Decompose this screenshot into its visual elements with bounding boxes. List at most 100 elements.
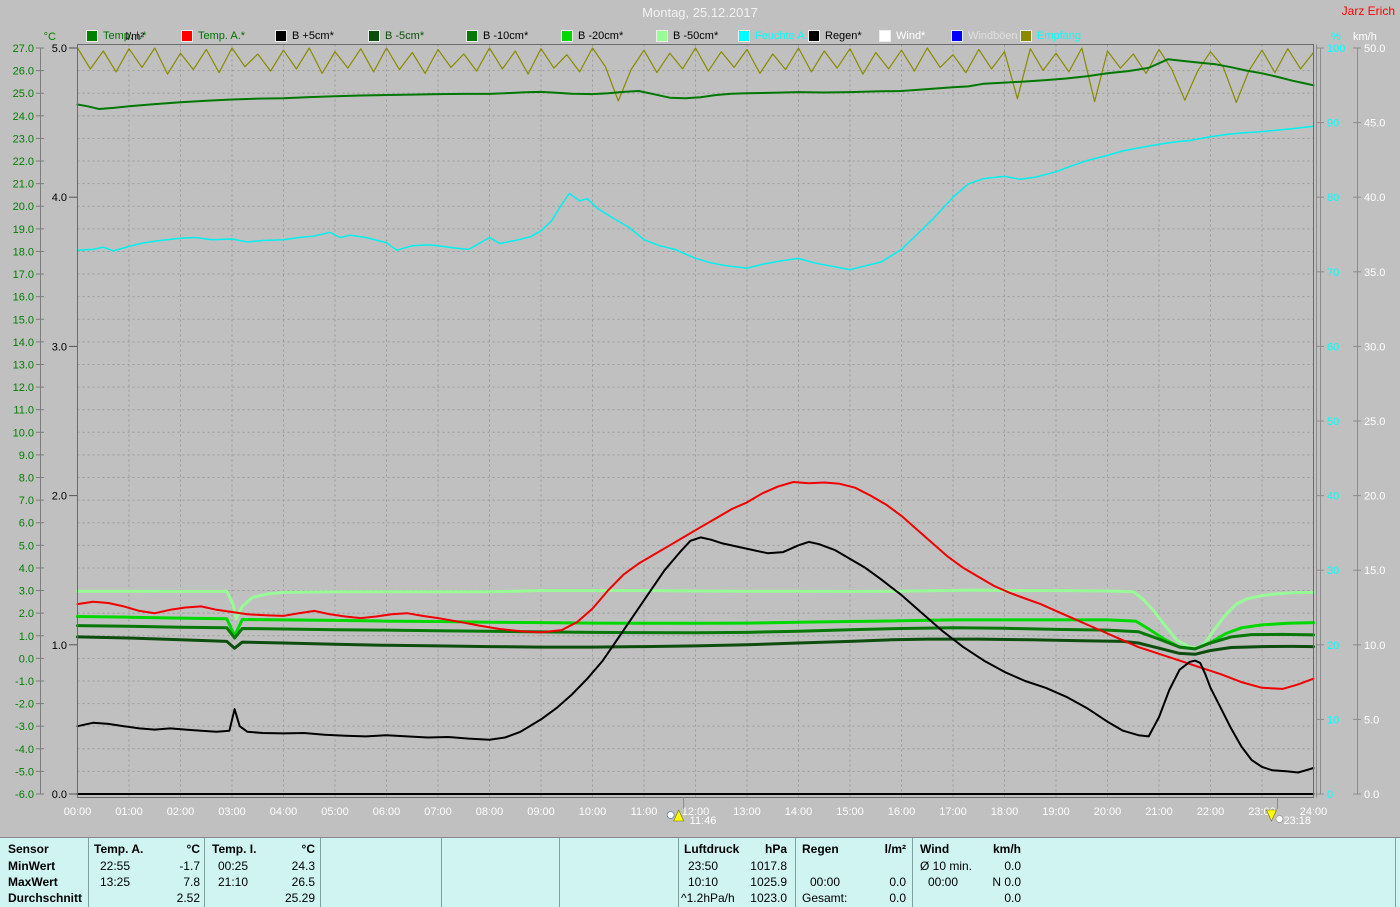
axis-temp-label: 12.0 [13, 382, 34, 394]
axis-humidity-label: 20 [1327, 640, 1339, 652]
luftdruck-max-val: 1025.9 [750, 875, 787, 889]
axis-temp-label: 23.0 [13, 133, 34, 145]
unit-label-rain: l/m² [126, 31, 145, 43]
axis-temp-label: 25.0 [13, 88, 34, 100]
temp-a-max-time: 13:25 [100, 875, 131, 889]
temp-a-header: Temp. A. [94, 842, 144, 856]
axis-temp-label: 7.0 [19, 495, 34, 507]
x-tick-label: 17:00 [939, 806, 967, 818]
axis-temp-label: 19.0 [13, 224, 34, 236]
row-label-minwert: MinWert [8, 859, 56, 873]
luftdruck-unit: hPa [764, 842, 787, 856]
axis-temp-label: 14.0 [13, 337, 34, 349]
axis-rain-label: 2.0 [52, 491, 67, 503]
row-label-durchschnitt: Durchschnitt [8, 891, 83, 905]
x-tick-label: 08:00 [476, 806, 504, 818]
wind-header: Wind [920, 842, 950, 856]
axis-wind-label: 40.0 [1364, 192, 1385, 204]
table-divider [1395, 838, 1396, 907]
table-divider [204, 838, 205, 907]
x-tick-label: 04:00 [270, 806, 298, 818]
series-temp-i [76, 58, 1315, 110]
moon-icon [1275, 815, 1284, 823]
regen-total-label: Gesamt: [802, 891, 848, 905]
temp-a-min-time: 22:55 [100, 859, 131, 873]
axis-wind-label: 15.0 [1364, 565, 1385, 577]
x-tick-label: 21:00 [1145, 806, 1173, 818]
axis-humidity-label: 70 [1327, 267, 1339, 279]
unit-label-wind: km/h [1353, 31, 1377, 43]
table-divider [912, 838, 913, 907]
wind-avg10: 0.0 [1004, 859, 1021, 873]
axis-temp-label: 26.0 [13, 66, 34, 78]
axis-wind-label: 10.0 [1364, 640, 1385, 652]
axis-temp-label: 15.0 [13, 314, 34, 326]
axis-temp-label: 9.0 [19, 450, 34, 462]
x-tick-label: 22:00 [1197, 806, 1225, 818]
table-divider [678, 838, 679, 907]
x-tick-label: 19:00 [1042, 806, 1070, 818]
axis-temp-label: 1.0 [19, 631, 34, 643]
unit-label-humidity: % [1331, 31, 1341, 43]
x-tick-label: 06:00 [373, 806, 401, 818]
luftdruck-avg: 1023.0 [750, 891, 787, 905]
axis-humidity-label: 60 [1327, 341, 1339, 353]
axis-wind-label: 50.0 [1364, 43, 1385, 55]
table-divider [88, 838, 89, 907]
regen-header: Regen [802, 842, 839, 856]
axis-temp-label: 2.0 [19, 608, 34, 620]
sun-icon [666, 811, 675, 819]
x-tick-label: 18:00 [991, 806, 1019, 818]
x-tick-label: 07:00 [424, 806, 452, 818]
sun-marker-time: 23:18 [1283, 815, 1311, 827]
axis-temp-label: -4.0 [15, 744, 34, 756]
table-divider [320, 838, 321, 907]
table-divider [441, 838, 442, 907]
axis-wind-label: 5.0 [1364, 714, 1379, 726]
axis-temp-label: 18.0 [13, 246, 34, 258]
axis-temp-label: 13.0 [13, 359, 34, 371]
luftdruck-min-time: 23:50 [688, 859, 719, 873]
temp-i-max-time: 21:10 [218, 875, 249, 889]
table-divider [559, 838, 560, 907]
axis-humidity-label: 10 [1327, 714, 1339, 726]
axis-temp-label: -2.0 [15, 699, 34, 711]
row-label-sensor: Sensor [8, 842, 49, 856]
axis-temp-label: 10.0 [13, 427, 34, 439]
luftdruck-min-val: 1017.8 [750, 859, 787, 873]
regen-max-val: 0.0 [889, 875, 906, 889]
sun-marker-time: 11:46 [690, 815, 717, 827]
x-tick-label: 10:00 [579, 806, 607, 818]
axis-temp-label: 11.0 [13, 405, 34, 417]
regen-max-time: 00:00 [810, 875, 841, 889]
axis-temp-label: 21.0 [13, 179, 34, 191]
axis-temp-label: 27.0 [13, 43, 34, 55]
axis-humidity-label: 0 [1327, 789, 1333, 801]
axis-wind-label: 30.0 [1364, 341, 1385, 353]
axis-humidity-label: 30 [1327, 565, 1339, 577]
axis-wind-label: 45.0 [1364, 118, 1385, 130]
luftdruck-header: Luftdruck [684, 842, 740, 856]
wind-avg10-label: Ø 10 min. [920, 859, 973, 873]
axis-rain-label: 4.0 [52, 192, 67, 204]
axis-wind-label: 0.0 [1364, 789, 1379, 801]
axis-rain-label: 5.0 [52, 43, 67, 55]
row-label-maxwert: MaxWert [8, 875, 58, 889]
axis-temp-label: 16.0 [13, 292, 34, 304]
temp-i-min-time: 00:25 [218, 859, 249, 873]
axis-temp-label: -5.0 [15, 766, 34, 778]
axis-temp-label: 4.0 [19, 563, 34, 575]
axis-temp-label: -3.0 [15, 721, 34, 733]
x-tick-label: 09:00 [527, 806, 555, 818]
axis-temp-label: 5.0 [19, 540, 34, 552]
series-feuchte-a [76, 125, 1315, 271]
axis-temp-label: 22.0 [13, 156, 34, 168]
wind-time: 00:00 [928, 875, 959, 889]
chart-plot: 27.0 26.0 25.0 24.0 23.0 22.0 21.0 20.0 19.0 18.0… [13, 31, 1386, 827]
weather-chart-window: Montag, 25.12.2017 Jarz Erich Temp. I.* T… [0, 0, 1400, 907]
x-tick-label: 15:00 [836, 806, 864, 818]
unit-label-temp: °C [44, 31, 56, 43]
axis-wind-label: 25.0 [1364, 416, 1385, 428]
wind-avg: 0.0 [1004, 891, 1021, 905]
x-tick-label: 13:00 [733, 806, 761, 818]
